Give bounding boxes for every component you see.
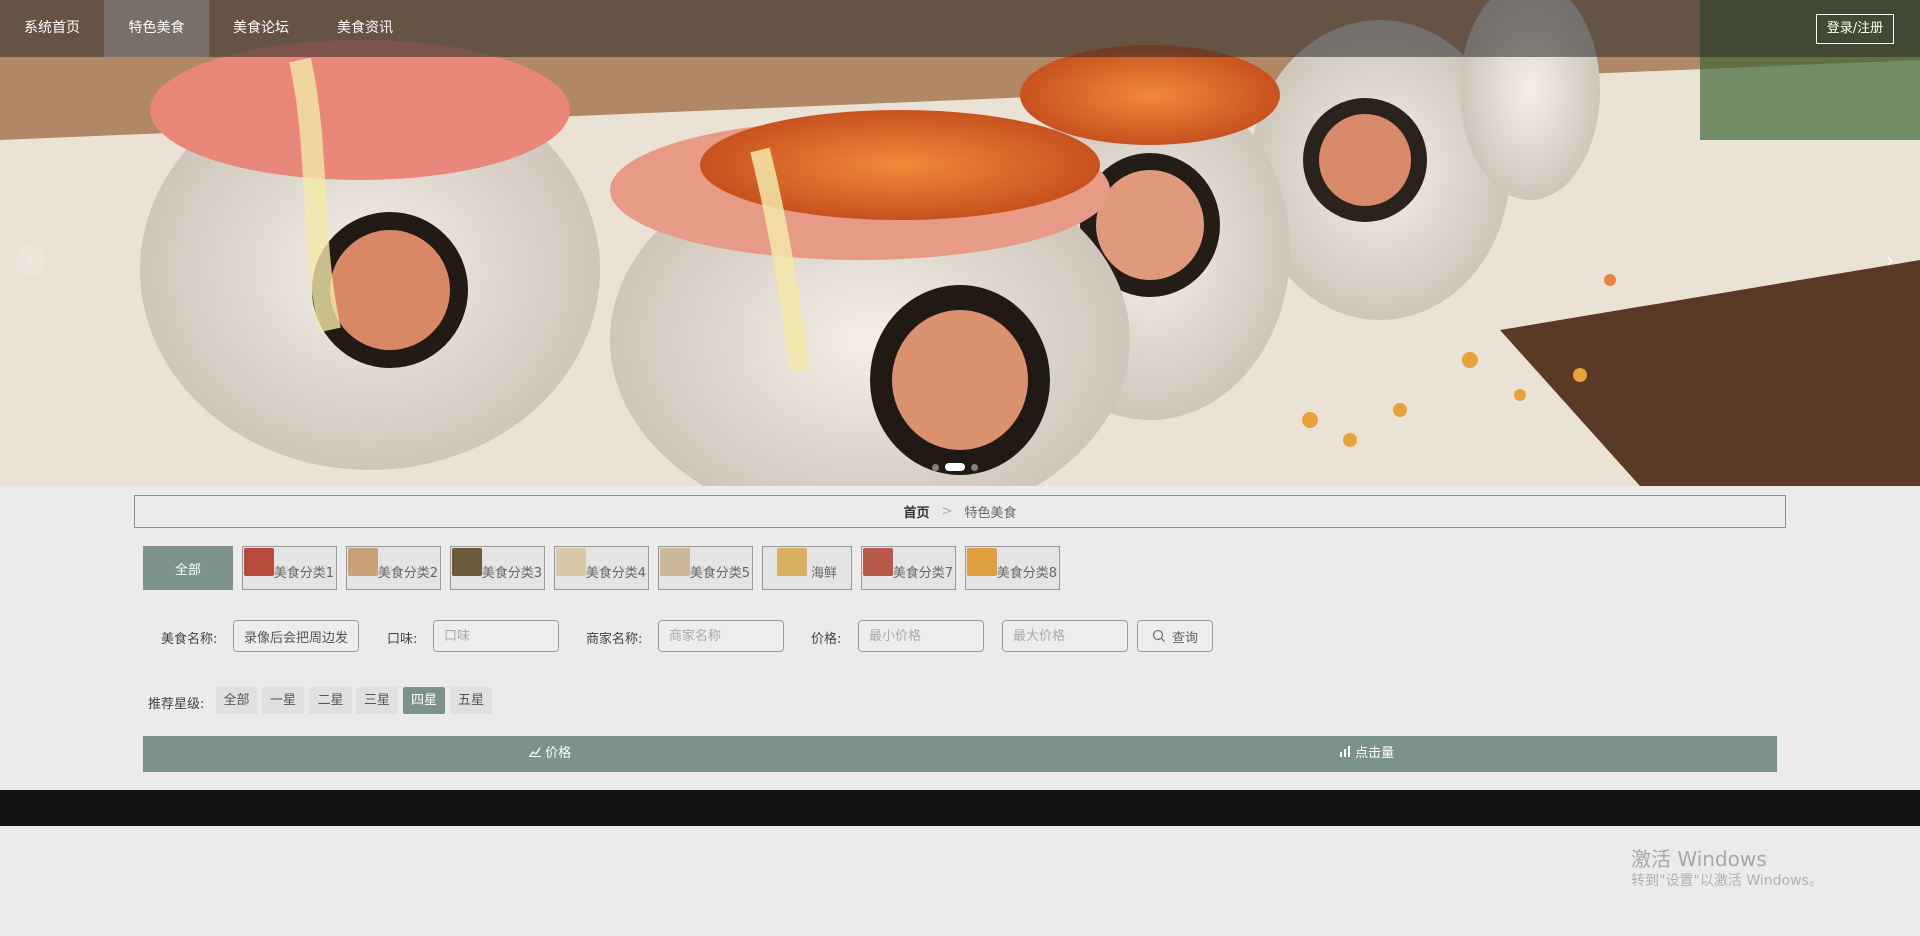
category-label: 美食分类1 (273, 566, 334, 581)
category-thumbnail (556, 548, 586, 576)
carousel-prev-icon[interactable]: ‹ (15, 246, 45, 276)
search-icon (1152, 629, 1165, 642)
nav-item-home[interactable]: 系统首页 (0, 0, 104, 57)
footer-band (0, 790, 1920, 826)
windows-activation-title: 激活 Windows (1631, 847, 1767, 871)
carousel-dot[interactable] (971, 463, 978, 471)
category-tab-7[interactable]: 美食分类7 (861, 546, 956, 590)
food-name-input[interactable] (233, 620, 359, 652)
merchant-name-input[interactable] (658, 620, 784, 652)
sort-by-price[interactable]: 价格 (529, 736, 571, 772)
star-filter-two[interactable]: 二星 (309, 687, 352, 714)
category-label: 美食分类2 (377, 566, 438, 581)
category-thumbnail (863, 548, 893, 576)
line-chart-icon (529, 747, 541, 757)
category-label: 美食分类3 (481, 566, 542, 581)
category-thumbnail (967, 548, 997, 576)
price-label: 价格: (811, 632, 842, 647)
food-name-label: 美食名称: (161, 632, 218, 647)
star-filter-five[interactable]: 五星 (450, 687, 492, 714)
category-tab-4[interactable]: 美食分类4 (554, 546, 649, 590)
category-tab-2[interactable]: 美食分类2 (346, 546, 441, 590)
category-tab-5[interactable]: 美食分类5 (658, 546, 753, 590)
hero-carousel: 系统首页 特色美食 美食论坛 美食资讯 登录/注册 ‹ › (0, 0, 1920, 486)
breadcrumb-home-link[interactable]: 首页 (904, 502, 930, 521)
sort-bar: 价格 点击量 (143, 736, 1777, 772)
max-price-input[interactable] (1002, 620, 1128, 652)
category-tab-1[interactable]: 美食分类1 (242, 546, 337, 590)
category-label: 美食分类5 (689, 566, 750, 581)
sort-clicks-label: 点击量 (1355, 746, 1395, 761)
breadcrumb-current: 特色美食 (964, 506, 1017, 521)
star-filter-four[interactable]: 四星 (403, 687, 445, 714)
category-tab-3[interactable]: 美食分类3 (450, 546, 545, 590)
min-price-input[interactable] (858, 620, 984, 652)
nav-item-featured-food[interactable]: 特色美食 (104, 0, 209, 57)
windows-activation-subtitle: 转到"设置"以激活 Windows。 (1631, 873, 1823, 889)
bar-chart-icon (1340, 746, 1350, 757)
top-navigation: 系统首页 特色美食 美食论坛 美食资讯 登录/注册 (0, 0, 1920, 57)
breadcrumb: 首页 > 特色美食 (134, 495, 1786, 528)
carousel-indicators (932, 462, 978, 472)
category-label: 美食分类4 (585, 566, 646, 581)
sort-by-clicks[interactable]: 点击量 (1339, 736, 1394, 772)
star-filter-all[interactable]: 全部 (216, 687, 257, 714)
sort-price-label: 价格 (545, 746, 572, 761)
category-label: 海鲜 (810, 566, 837, 581)
merchant-name-label: 商家名称: (586, 632, 643, 647)
carousel-next-icon[interactable]: › (1875, 246, 1905, 276)
search-button-label: 查询 (1171, 630, 1198, 646)
category-thumbnail (777, 548, 807, 576)
category-label: 美食分类8 (996, 566, 1057, 581)
category-thumbnail (348, 548, 378, 576)
nav-item-food-news[interactable]: 美食资讯 (313, 0, 417, 57)
taste-label: 口味: (387, 632, 418, 647)
category-thumbnail (660, 548, 690, 576)
breadcrumb-separator: > (941, 504, 953, 519)
star-rating-label: 推荐星级: (148, 697, 205, 712)
category-tab-8[interactable]: 美食分类8 (965, 546, 1060, 590)
login-register-button[interactable]: 登录/注册 (1816, 14, 1894, 44)
nav-item-food-forum[interactable]: 美食论坛 (209, 0, 313, 57)
carousel-dot-active[interactable] (945, 463, 965, 471)
category-label: 全部 (174, 563, 201, 578)
category-label: 美食分类7 (892, 566, 953, 581)
category-thumbnail (452, 548, 482, 576)
search-button[interactable]: 查询 (1137, 620, 1213, 652)
taste-input[interactable] (433, 620, 559, 652)
category-thumbnail (244, 548, 274, 576)
category-tab-all[interactable]: 全部 (143, 546, 233, 590)
category-tab-seafood[interactable]: 海鲜 (762, 546, 852, 590)
star-filter-three[interactable]: 三星 (356, 687, 398, 714)
carousel-dot[interactable] (932, 463, 939, 471)
star-filter-one[interactable]: 一星 (262, 687, 304, 714)
sushi-banner-image (0, 0, 1920, 486)
